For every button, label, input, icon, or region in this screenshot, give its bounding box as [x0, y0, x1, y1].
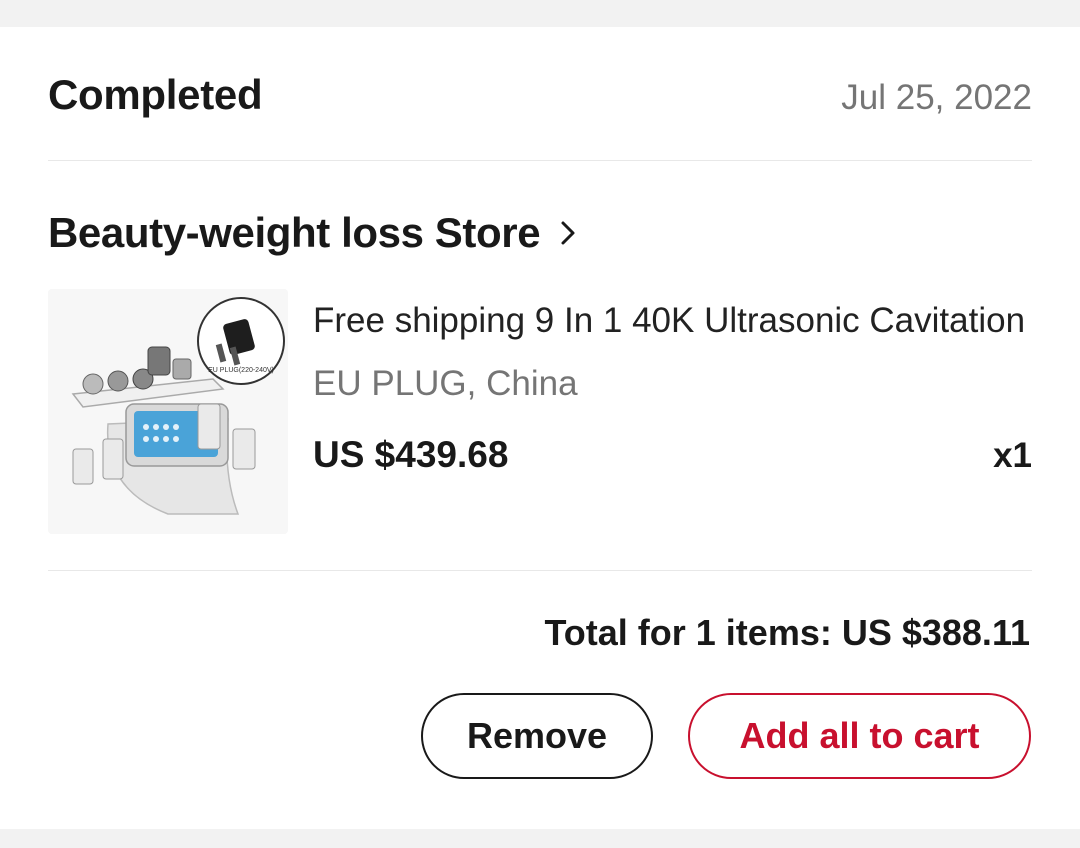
- product-quantity: x1: [993, 436, 1032, 475]
- add-all-to-cart-button[interactable]: Add all to cart: [688, 693, 1031, 779]
- order-header: Completed Jul 25, 2022: [48, 27, 1032, 161]
- product-title[interactable]: Free shipping 9 In 1 40K Ultrasonic Cavi…: [313, 301, 1032, 341]
- remove-button[interactable]: Remove: [421, 693, 653, 779]
- chevron-right-icon: [554, 219, 582, 247]
- order-status: Completed: [48, 71, 263, 118]
- product-image[interactable]: EU PLUG(220-240V): [48, 289, 288, 534]
- divider: [48, 570, 1032, 571]
- store-name: Beauty-weight loss Store: [48, 209, 541, 256]
- order-total: Total for 1 items: US $388.11: [544, 612, 1030, 653]
- product-price: US $439.68: [313, 434, 509, 475]
- order-date: Jul 25, 2022: [841, 78, 1032, 117]
- plug-badge-text: EU PLUG(220-240V): [208, 367, 274, 374]
- order-card: Completed Jul 25, 2022 Beauty-weight los…: [0, 27, 1080, 829]
- store-link[interactable]: Beauty-weight loss Store: [48, 205, 582, 261]
- product-variant: EU PLUG, China: [313, 364, 578, 403]
- product-item[interactable]: EU PLUG(220-240V) Free shipping 9 In 1 4…: [48, 289, 1032, 539]
